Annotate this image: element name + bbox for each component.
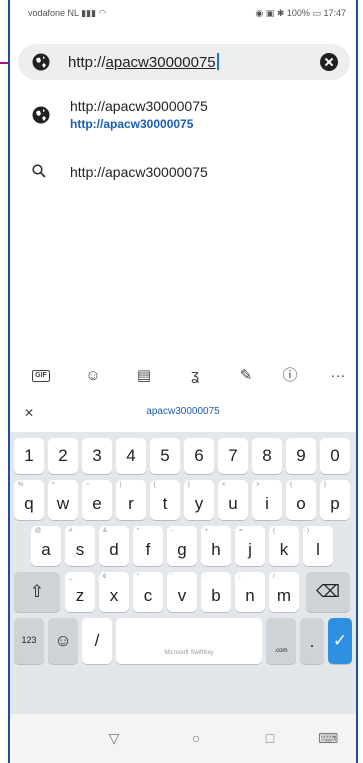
emoji-icon: ☺ [54, 631, 72, 650]
navigation-bar: ▽ ○ □ ⌨ [10, 714, 356, 763]
suggestion-title: http://apacw30000075 [70, 164, 208, 180]
backspace-icon: ⌫ [315, 582, 341, 601]
suggestion-url[interactable]: http://apacw30000075 http://apacw3000007… [10, 92, 356, 142]
suggestion-url-text: http://apacw30000075 [70, 117, 194, 131]
address-bar[interactable]: http://apacw30000075 [18, 44, 350, 80]
shift-icon: ⇧ [29, 582, 45, 601]
key-3[interactable]: 3 [82, 438, 112, 474]
key-e[interactable]: ~ e [82, 480, 112, 520]
key-x[interactable]: € x [99, 572, 129, 612]
key-w[interactable]: ^ w [48, 480, 78, 520]
key-o[interactable]: {o [286, 480, 316, 520]
signal-icon: ▮▮▮ [81, 8, 97, 18]
clock: 17:47 [323, 8, 346, 18]
key-g[interactable]: -g [167, 526, 197, 566]
nfc-icon: ▣ [265, 8, 275, 18]
key-8[interactable]: 8 [252, 438, 282, 474]
space-key[interactable]: Microsoft SwiftKey [116, 618, 262, 664]
key-6[interactable]: 6 [184, 438, 214, 474]
battery-percent: 100% [286, 8, 310, 18]
text-cursor [216, 53, 219, 70]
key-9[interactable]: 9 [286, 438, 316, 474]
key-s[interactable]: # s [65, 526, 95, 566]
key-c[interactable]: " c [133, 572, 163, 612]
key-2[interactable]: 2 [48, 438, 78, 474]
info-icon[interactable]: ⓘ [280, 366, 300, 386]
search-icon [32, 164, 46, 178]
url-input[interactable]: http://apacw30000075 [68, 53, 219, 71]
key-t[interactable]: [t [150, 480, 180, 520]
more-icon[interactable]: ··· [328, 366, 348, 386]
carrier-label: vodafone NL ▮▮▮ ◠ [28, 8, 107, 18]
key-j[interactable]: = j [235, 526, 265, 566]
key-4[interactable]: 4 [116, 438, 146, 474]
phone-screen: vodafone NL ▮▮▮ ◠ ◉ ▣ ✱ 100% ▭ 17:47 htt… [8, 0, 358, 763]
key-v[interactable]: ' v [167, 572, 197, 612]
period-key[interactable]: . [300, 618, 324, 664]
clipboard-icon[interactable]: ▤ [134, 366, 154, 386]
suggestion-strip: ✕ apacw30000075 [10, 396, 356, 430]
key-y[interactable]: ] y [184, 480, 214, 520]
status-right: ◉ ▣ ✱ 100% ▭ 17:47 [255, 8, 346, 19]
keyboard-hide-icon[interactable]: ⌨ [318, 730, 338, 746]
key-m[interactable]: / m [269, 572, 299, 612]
key-l[interactable]: ) l [303, 526, 333, 566]
wifi-icon: ◠ [98, 8, 107, 18]
translate-icon[interactable]: ʓ [185, 366, 205, 386]
key-h[interactable]: + h [201, 526, 231, 566]
bluetooth-icon: ✱ [276, 8, 285, 18]
key-f[interactable]: * f [133, 526, 163, 566]
enter-key[interactable]: ✓ [328, 618, 352, 664]
recents-icon[interactable]: □ [262, 730, 278, 746]
key-k[interactable]: (k [269, 526, 299, 566]
home-icon[interactable]: ○ [188, 730, 204, 746]
back-icon[interactable]: ▽ [106, 730, 122, 746]
key-a[interactable]: @ a [31, 526, 61, 566]
status-bar: vodafone NL ▮▮▮ ◠ ◉ ▣ ✱ 100% ▭ 17:47 [10, 0, 356, 26]
key-7[interactable]: 7 [218, 438, 248, 474]
key-slash[interactable]: / [82, 618, 112, 664]
key-z[interactable]: _ z [65, 572, 95, 612]
clear-icon[interactable] [320, 53, 338, 71]
key-i[interactable]: > i [252, 480, 282, 520]
suggestion-search[interactable]: http://apacw30000075 [10, 154, 356, 190]
dotcom-key[interactable]: .com [266, 618, 296, 664]
key-5[interactable]: 5 [150, 438, 180, 474]
key-n[interactable]: ; n [235, 572, 265, 612]
suggestion-title: http://apacw30000075 [70, 98, 208, 114]
key-1[interactable]: 1 [14, 438, 44, 474]
key-d[interactable]: & d [99, 526, 129, 566]
key-u[interactable]: < u [218, 480, 248, 520]
key-q[interactable]: % q [14, 480, 44, 520]
checkmark-icon: ✓ [332, 631, 348, 650]
emoji-key[interactable]: ☺ [48, 618, 78, 664]
keyboard: 1 2 3 4 5 6 7 8 9 0 % q ^ w ~ e | r [t ] y < u… [10, 432, 356, 722]
key-r[interactable]: | r [116, 480, 146, 520]
key-p[interactable]: } p [320, 480, 350, 520]
numbers-key[interactable]: 123 [14, 618, 44, 664]
globe-icon [32, 106, 50, 124]
gif-icon[interactable]: GIF [32, 366, 52, 386]
backspace-key[interactable]: ⌫ [306, 572, 350, 612]
eye-comfort-icon: ◉ [255, 8, 264, 18]
key-b[interactable]: :b [201, 572, 231, 612]
key-0[interactable]: 0 [320, 438, 350, 474]
sticker-icon[interactable]: ☺ [83, 366, 103, 386]
keyboard-toolbar: GIF ☺ ▤ ʓ ✎ ⓘ ··· [10, 360, 356, 392]
battery-icon: ▭ [312, 8, 321, 18]
globe-icon [32, 53, 50, 71]
shift-key[interactable]: ⇧ [14, 572, 60, 612]
word-suggestion[interactable]: apacw30000075 [10, 406, 356, 417]
edit-icon[interactable]: ✎ [236, 366, 256, 386]
